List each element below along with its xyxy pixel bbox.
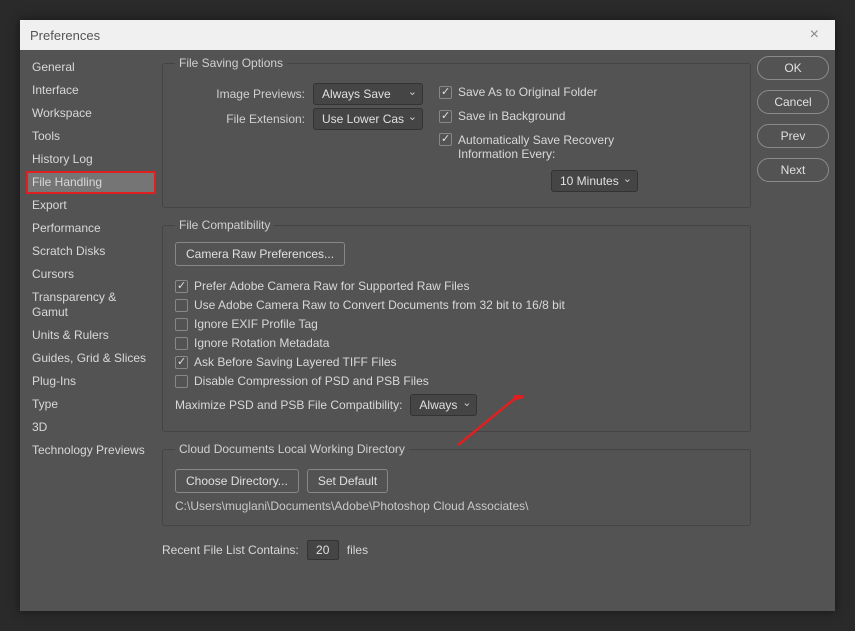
image-previews-label: Image Previews: xyxy=(175,87,305,101)
prefer-acr-label: Prefer Adobe Camera Raw for Supported Ra… xyxy=(194,279,469,293)
sidebar-item-scratch-disks[interactable]: Scratch Disks xyxy=(26,240,156,263)
recent-unit: files xyxy=(347,543,368,557)
sidebar-item-tools[interactable]: Tools xyxy=(26,125,156,148)
ignore-rotation-checkbox[interactable] xyxy=(175,337,188,350)
cloud-path: C:\Users\muglani\Documents\Adobe\Photosh… xyxy=(175,499,738,513)
set-default-button[interactable]: Set Default xyxy=(307,469,388,493)
titlebar: Preferences × xyxy=(20,20,835,50)
sidebar-item-interface[interactable]: Interface xyxy=(26,79,156,102)
ignore-exif-label: Ignore EXIF Profile Tag xyxy=(194,317,318,331)
image-previews-select[interactable]: Always Save xyxy=(313,83,423,105)
camera-raw-prefs-button[interactable]: Camera Raw Preferences... xyxy=(175,242,345,266)
dialog-body: GeneralInterfaceWorkspaceToolsHistory Lo… xyxy=(20,50,835,611)
disable-compression-checkbox[interactable] xyxy=(175,375,188,388)
sidebar-item-export[interactable]: Export xyxy=(26,194,156,217)
next-button[interactable]: Next xyxy=(757,158,829,182)
save-bg-label: Save in Background xyxy=(458,109,565,123)
ask-tiff-checkbox[interactable] xyxy=(175,356,188,369)
button-column: OK Cancel Prev Next xyxy=(757,56,829,605)
ok-button[interactable]: OK xyxy=(757,56,829,80)
use-acr-convert-checkbox[interactable] xyxy=(175,299,188,312)
prev-button[interactable]: Prev xyxy=(757,124,829,148)
sidebar-item-performance[interactable]: Performance xyxy=(26,217,156,240)
sidebar-item-general[interactable]: General xyxy=(26,56,156,79)
auto-recover-label: Automatically Save Recovery Information … xyxy=(458,133,638,161)
ignore-rotation-label: Ignore Rotation Metadata xyxy=(194,336,329,350)
sidebar-item-3d[interactable]: 3D xyxy=(26,416,156,439)
sidebar-item-history-log[interactable]: History Log xyxy=(26,148,156,171)
preferences-dialog: Preferences × GeneralInterfaceWorkspaceT… xyxy=(20,20,835,611)
recover-interval-select[interactable]: 10 Minutes xyxy=(551,170,638,192)
max-compat-label: Maximize PSD and PSB File Compatibility: xyxy=(175,398,402,412)
cloud-group: Cloud Documents Local Working Directory … xyxy=(162,442,751,526)
file-saving-legend: File Saving Options xyxy=(175,56,287,70)
recent-label: Recent File List Contains: xyxy=(162,543,299,557)
sidebar-item-cursors[interactable]: Cursors xyxy=(26,263,156,286)
prefer-acr-checkbox[interactable] xyxy=(175,280,188,293)
max-compat-select[interactable]: Always xyxy=(410,394,477,416)
file-extension-label: File Extension: xyxy=(175,112,305,126)
sidebar-item-units-rulers[interactable]: Units & Rulers xyxy=(26,324,156,347)
choose-directory-button[interactable]: Choose Directory... xyxy=(175,469,299,493)
recent-files-row: Recent File List Contains: files xyxy=(162,540,751,560)
auto-recover-checkbox[interactable] xyxy=(439,133,452,146)
sidebar-item-type[interactable]: Type xyxy=(26,393,156,416)
file-compat-legend: File Compatibility xyxy=(175,218,274,232)
disable-compression-label: Disable Compression of PSD and PSB Files xyxy=(194,374,429,388)
recent-count-input[interactable] xyxy=(307,540,339,560)
file-saving-group: File Saving Options Image Previews: Alwa… xyxy=(162,56,751,208)
use-acr-convert-label: Use Adobe Camera Raw to Convert Document… xyxy=(194,298,565,312)
sidebar-item-guides-grid-slices[interactable]: Guides, Grid & Slices xyxy=(26,347,156,370)
sidebar-item-plug-ins[interactable]: Plug-Ins xyxy=(26,370,156,393)
save-bg-checkbox[interactable] xyxy=(439,110,452,123)
ignore-exif-checkbox[interactable] xyxy=(175,318,188,331)
save-original-label: Save As to Original Folder xyxy=(458,85,597,99)
cancel-button[interactable]: Cancel xyxy=(757,90,829,114)
dialog-title: Preferences xyxy=(30,28,100,43)
sidebar-item-file-handling[interactable]: File Handling xyxy=(26,171,156,194)
sidebar-item-technology-previews[interactable]: Technology Previews xyxy=(26,439,156,462)
sidebar-item-transparency-gamut[interactable]: Transparency & Gamut xyxy=(26,286,156,324)
file-extension-select[interactable]: Use Lower Case xyxy=(313,108,423,130)
sidebar-item-workspace[interactable]: Workspace xyxy=(26,102,156,125)
ask-tiff-label: Ask Before Saving Layered TIFF Files xyxy=(194,355,397,369)
cloud-legend: Cloud Documents Local Working Directory xyxy=(175,442,409,456)
sidebar: GeneralInterfaceWorkspaceToolsHistory Lo… xyxy=(26,56,156,605)
file-compat-group: File Compatibility Camera Raw Preference… xyxy=(162,218,751,432)
close-icon[interactable]: × xyxy=(804,26,825,44)
main-panel: File Saving Options Image Previews: Alwa… xyxy=(162,56,751,605)
save-original-checkbox[interactable] xyxy=(439,86,452,99)
